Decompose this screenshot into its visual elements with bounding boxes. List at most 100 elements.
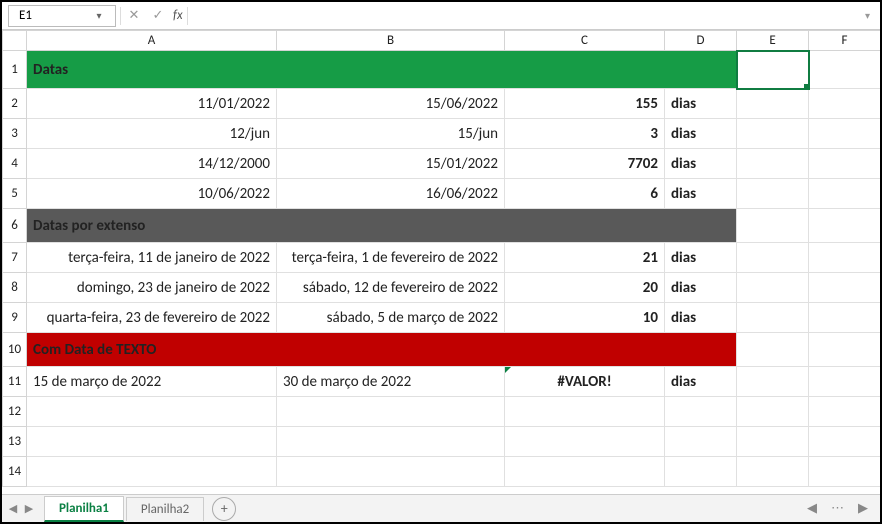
col-header-c[interactable]: C bbox=[505, 31, 665, 51]
cell[interactable] bbox=[665, 397, 737, 427]
cell[interactable] bbox=[277, 427, 505, 457]
cell[interactable] bbox=[737, 333, 809, 367]
cell[interactable] bbox=[737, 273, 809, 303]
cell[interactable]: terça-feira, 1 de fevereiro de 2022 bbox=[277, 243, 505, 273]
row-header[interactable]: 9 bbox=[3, 303, 27, 333]
tab-scroll-right-icon[interactable]: ▶ bbox=[858, 501, 868, 516]
cell[interactable] bbox=[737, 119, 809, 149]
sheet-tab-planilha2[interactable]: Planilha2 bbox=[126, 497, 204, 521]
expand-icon[interactable]: ▾ bbox=[861, 9, 874, 22]
cell[interactable]: terça-feira, 11 de janeiro de 2022 bbox=[27, 243, 277, 273]
col-header-a[interactable]: A bbox=[27, 31, 277, 51]
row-header[interactable]: 5 bbox=[3, 179, 27, 209]
cell[interactable] bbox=[809, 119, 881, 149]
tab-scroll-left-icon[interactable]: ◀ bbox=[807, 501, 817, 516]
cell[interactable] bbox=[27, 427, 277, 457]
cell[interactable]: sábado, 5 de março de 2022 bbox=[277, 303, 505, 333]
spreadsheet-grid[interactable]: A B C D E F 1 Datas 2 11/01/2022 15/06/2… bbox=[2, 30, 880, 492]
cell[interactable] bbox=[737, 209, 809, 243]
cell[interactable]: 30 de março de 2022 bbox=[277, 367, 505, 397]
row-header[interactable]: 4 bbox=[3, 149, 27, 179]
cell[interactable]: sábado, 12 de fevereiro de 2022 bbox=[277, 273, 505, 303]
cell[interactable] bbox=[27, 457, 277, 487]
cell[interactable] bbox=[737, 397, 809, 427]
cell[interactable]: 20 bbox=[505, 273, 665, 303]
cell[interactable] bbox=[809, 273, 881, 303]
add-sheet-button[interactable]: + bbox=[212, 497, 236, 521]
cell[interactable]: dias bbox=[665, 119, 737, 149]
cell[interactable]: dias bbox=[665, 367, 737, 397]
cell[interactable]: 14/12/2000 bbox=[27, 149, 277, 179]
cell[interactable] bbox=[737, 149, 809, 179]
cell[interactable] bbox=[737, 457, 809, 487]
select-all-corner[interactable] bbox=[3, 31, 27, 51]
cell[interactable] bbox=[737, 367, 809, 397]
col-header-f[interactable]: F bbox=[809, 31, 881, 51]
cell[interactable]: dias bbox=[665, 273, 737, 303]
row-header[interactable]: 3 bbox=[3, 119, 27, 149]
cell[interactable]: 11/01/2022 bbox=[27, 89, 277, 119]
cell[interactable] bbox=[809, 367, 881, 397]
cell[interactable]: 21 bbox=[505, 243, 665, 273]
row-header[interactable]: 2 bbox=[3, 89, 27, 119]
sheet-tab-planilha1[interactable]: Planilha1 bbox=[44, 496, 124, 522]
cell[interactable] bbox=[809, 149, 881, 179]
cell[interactable] bbox=[809, 397, 881, 427]
chevron-down-icon[interactable]: ▾ bbox=[89, 9, 109, 22]
cell[interactable]: 15/01/2022 bbox=[277, 149, 505, 179]
col-header-e[interactable]: E bbox=[737, 31, 809, 51]
cell[interactable]: 6 bbox=[505, 179, 665, 209]
cell[interactable] bbox=[665, 427, 737, 457]
cell[interactable]: dias bbox=[665, 89, 737, 119]
cell[interactable] bbox=[809, 243, 881, 273]
cell[interactable] bbox=[277, 397, 505, 427]
cell[interactable]: 15/06/2022 bbox=[277, 89, 505, 119]
fx-icon[interactable]: fx bbox=[173, 8, 183, 23]
row-header[interactable]: 1 bbox=[3, 51, 27, 89]
section-header-texto[interactable]: Com Data de TEXTO bbox=[27, 333, 737, 367]
section-header-datas[interactable]: Datas bbox=[27, 51, 737, 89]
cell[interactable]: dias bbox=[665, 303, 737, 333]
cell[interactable]: domingo, 23 de janeiro de 2022 bbox=[27, 273, 277, 303]
cell[interactable] bbox=[505, 457, 665, 487]
cell[interactable] bbox=[809, 303, 881, 333]
row-header[interactable]: 10 bbox=[3, 333, 27, 367]
name-box[interactable]: ▾ bbox=[8, 5, 116, 27]
row-header[interactable]: 12 bbox=[3, 397, 27, 427]
formula-input[interactable] bbox=[192, 6, 857, 26]
cell[interactable] bbox=[277, 457, 505, 487]
row-header[interactable]: 13 bbox=[3, 427, 27, 457]
row-header[interactable]: 6 bbox=[3, 209, 27, 243]
cell[interactable] bbox=[737, 427, 809, 457]
row-header[interactable]: 8 bbox=[3, 273, 27, 303]
cell[interactable]: 10 bbox=[505, 303, 665, 333]
cell[interactable]: 7702 bbox=[505, 149, 665, 179]
cell[interactable]: 155 bbox=[505, 89, 665, 119]
cell[interactable]: dias bbox=[665, 179, 737, 209]
cell[interactable]: 15/jun bbox=[277, 119, 505, 149]
cell[interactable] bbox=[809, 457, 881, 487]
cell[interactable]: dias bbox=[665, 243, 737, 273]
cell[interactable] bbox=[27, 397, 277, 427]
col-header-b[interactable]: B bbox=[277, 31, 505, 51]
cell[interactable] bbox=[737, 89, 809, 119]
cell[interactable] bbox=[809, 333, 881, 367]
cell[interactable] bbox=[737, 303, 809, 333]
cell[interactable] bbox=[505, 427, 665, 457]
row-header[interactable]: 11 bbox=[3, 367, 27, 397]
cell[interactable] bbox=[809, 209, 881, 243]
tab-prev-icon[interactable]: ◀ bbox=[6, 502, 20, 515]
cell[interactable] bbox=[809, 89, 881, 119]
tab-dots-icon[interactable]: ⋯ bbox=[831, 501, 844, 516]
section-header-extenso[interactable]: Datas por extenso bbox=[27, 209, 737, 243]
cell-e1[interactable] bbox=[737, 51, 809, 89]
cell[interactable] bbox=[737, 243, 809, 273]
cell[interactable]: quarta-feira, 23 de fevereiro de 2022 bbox=[27, 303, 277, 333]
row-header[interactable]: 7 bbox=[3, 243, 27, 273]
cancel-icon[interactable]: ✕ bbox=[125, 8, 143, 23]
cell[interactable]: 16/06/2022 bbox=[277, 179, 505, 209]
cell[interactable] bbox=[505, 397, 665, 427]
row-header[interactable]: 14 bbox=[3, 457, 27, 487]
cell-error[interactable]: #VALOR! bbox=[505, 367, 665, 397]
cell[interactable] bbox=[809, 51, 881, 89]
